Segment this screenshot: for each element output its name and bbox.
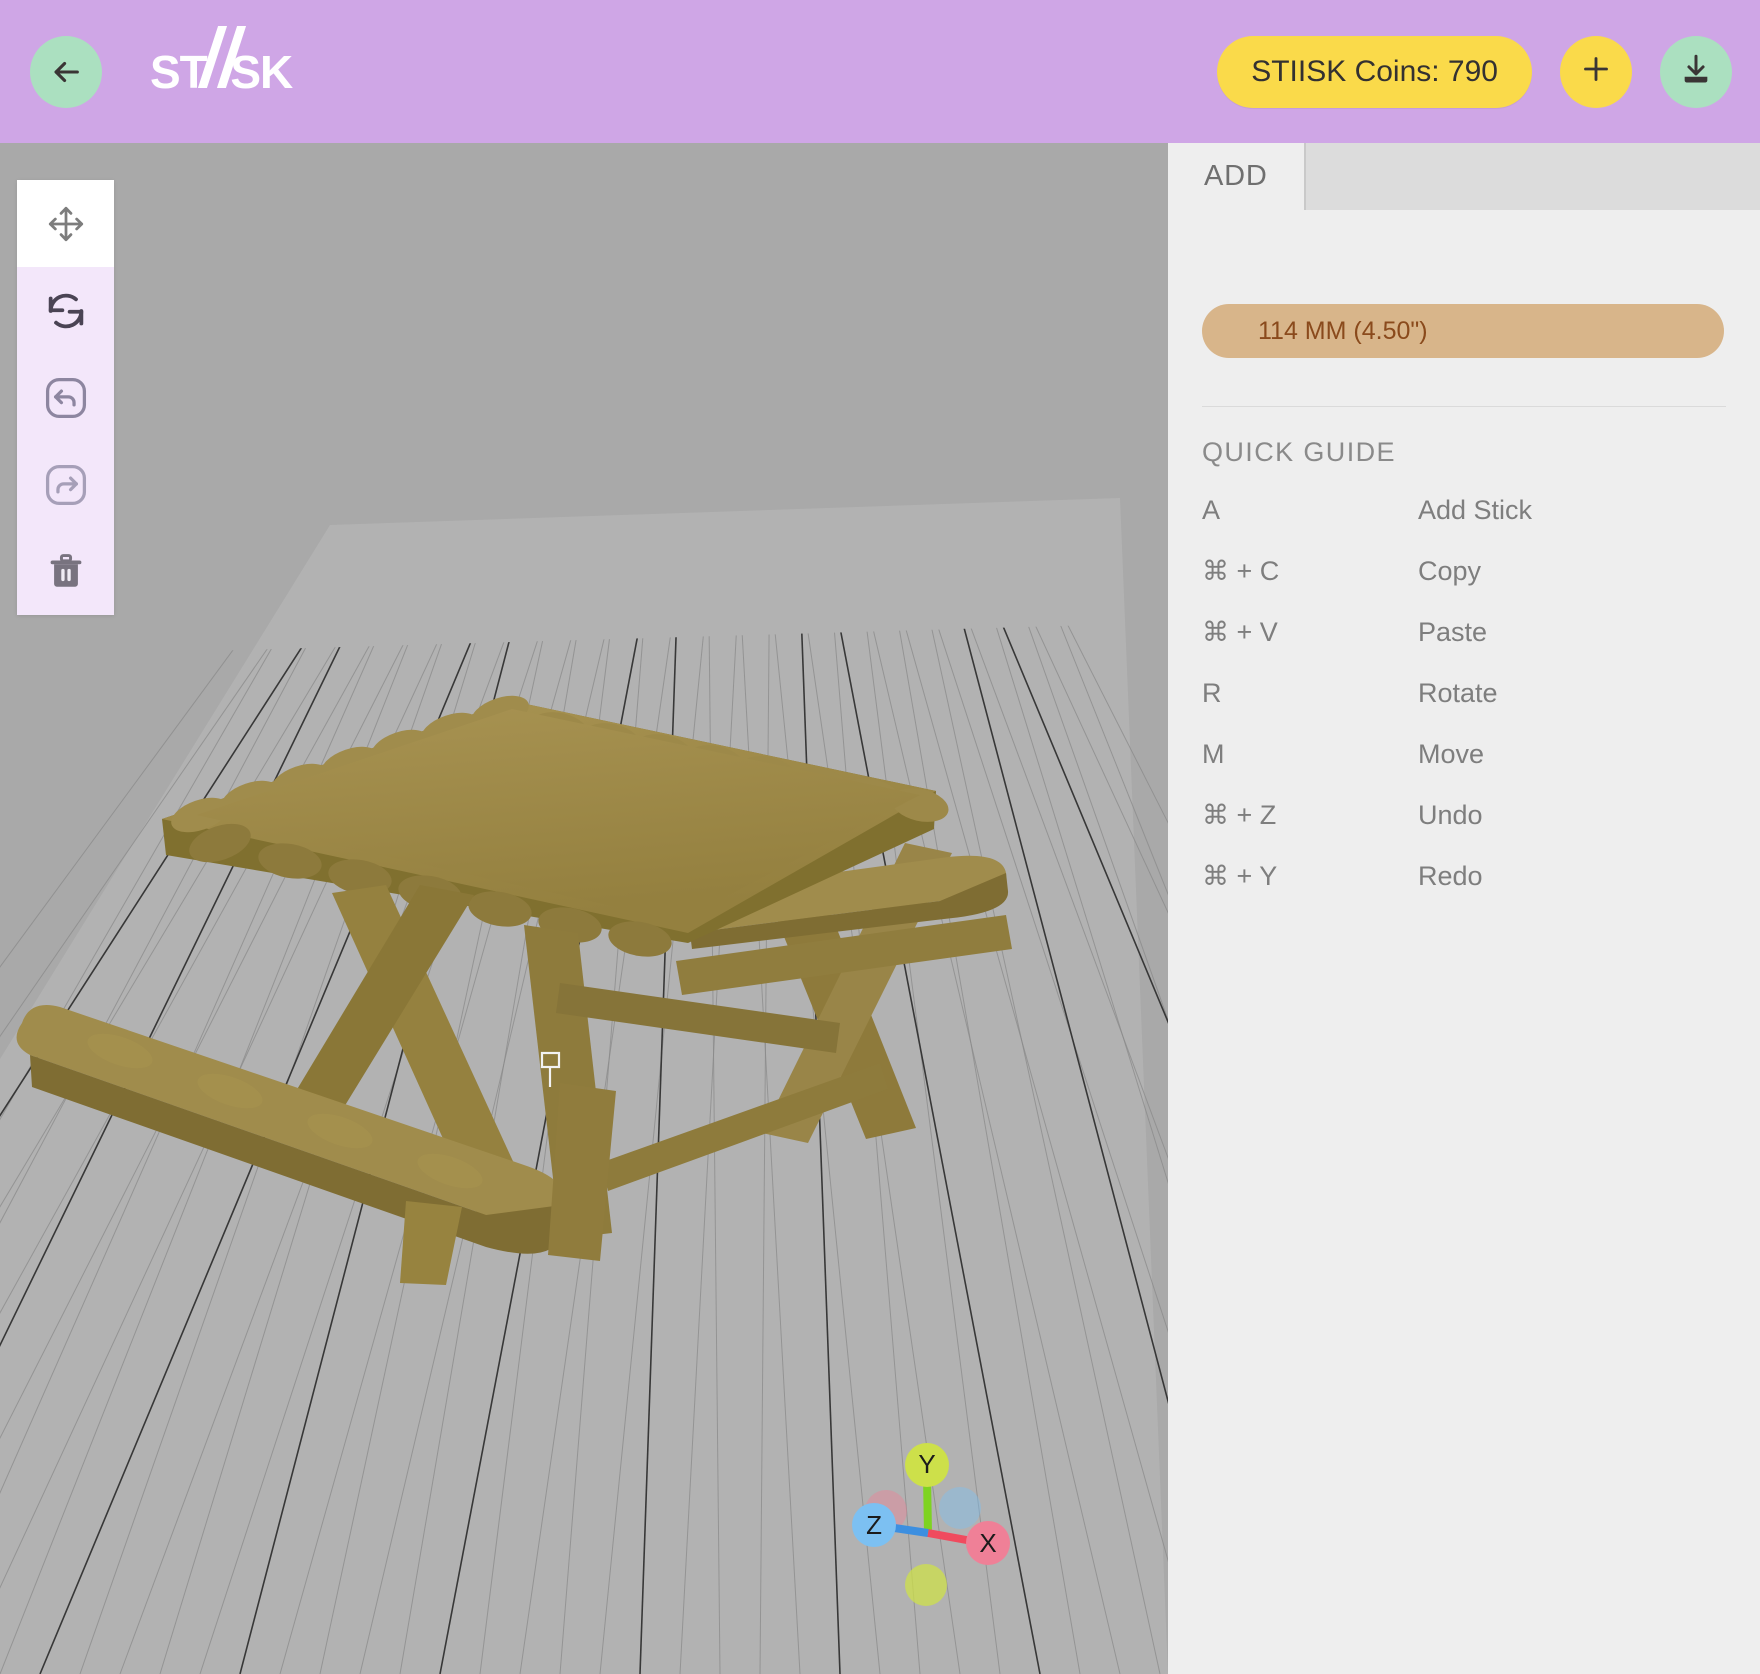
quick-guide: QUICK GUIDE A Add Stick ⌘ + C Copy ⌘ + V… [1168,407,1760,907]
shortcut-action: Add Stick [1418,495,1533,525]
app-body: Y X Z ADD 114 MM (4.50") QUICK GUIDE A A… [0,143,1760,1674]
shortcut-key: ⌘ + Y [1202,861,1278,891]
shortcut-action: Undo [1418,800,1483,830]
quick-guide-row: ⌘ + V Paste [1186,602,1726,663]
rotate-tool-button[interactable] [17,267,114,354]
move-arrows-icon [44,202,88,246]
app-header: ST//SK STIISK Coins: 790 [0,0,1760,143]
shortcut-action: Redo [1418,861,1483,891]
shortcut-action: Rotate [1418,678,1498,708]
logo-text-prefix: ST [150,45,208,98]
viewport-toolbar [17,180,114,615]
app-logo: ST//SK [150,25,293,108]
undo-tool-button[interactable] [17,354,114,441]
download-icon [1679,52,1713,91]
trash-icon [45,551,87,593]
delete-tool-button[interactable] [17,528,114,615]
tab-strip-filler [1303,143,1760,210]
undo-box-icon [43,375,89,421]
shortcut-key: ⌘ + V [1202,617,1278,647]
shortcut-action: Move [1418,739,1485,769]
redo-box-icon [43,462,89,508]
right-panel: ADD 114 MM (4.50") QUICK GUIDE A Add Sti… [1168,143,1760,1674]
scene-canvas[interactable]: Y X Z [0,143,1168,1674]
shortcut-key: ⌘ + C [1202,556,1280,586]
rotate-icon [43,288,89,334]
app-root: ST//SK STIISK Coins: 790 [0,0,1760,1674]
add-button[interactable] [1560,35,1632,108]
quick-guide-row: M Move [1186,724,1726,785]
shortcut-action: Copy [1418,556,1482,586]
gizmo-axis-x-label: X [979,1528,996,1558]
quick-guide-row: R Rotate [1186,663,1726,724]
shortcut-key: ⌘ + Z [1202,800,1277,830]
tab-add[interactable]: ADD [1168,143,1304,210]
stick-size-option[interactable]: 114 MM (4.50") [1202,304,1724,358]
gizmo-axis-z-label: Z [866,1510,882,1540]
quick-guide-title: QUICK GUIDE [1202,437,1396,467]
download-button[interactable] [1660,35,1732,108]
gizmo-neg-z-dot [939,1487,981,1529]
shortcut-key: A [1202,495,1221,525]
logo-text-suffix: SK [230,45,293,98]
quick-guide-row: A Add Stick [1186,480,1726,541]
shortcut-key: M [1202,739,1225,769]
back-button[interactable] [30,35,102,108]
coins-balance-button[interactable]: STIISK Coins: 790 [1217,35,1532,108]
plus-icon [1578,51,1614,92]
panel-content: 114 MM (4.50") QUICK GUIDE A Add Stick ⌘… [1168,210,1760,1674]
quick-guide-row: ⌘ + Y Redo [1186,846,1726,907]
redo-tool-button[interactable] [17,441,114,528]
arrow-left-icon [49,55,83,89]
gizmo-neg-y-dot [905,1564,947,1606]
quick-guide-row: ⌘ + Z Undo [1186,785,1726,846]
shortcut-key: R [1202,678,1222,708]
shortcut-action: Paste [1418,617,1488,647]
panel-tabs: ADD [1168,143,1760,210]
viewport-3d[interactable]: Y X Z [0,143,1168,1674]
stick-size-section: 114 MM (4.50") [1168,210,1760,358]
move-tool-button[interactable] [17,180,114,267]
quick-guide-row: ⌘ + C Copy [1186,541,1726,602]
gizmo-axis-y-label: Y [918,1449,935,1479]
